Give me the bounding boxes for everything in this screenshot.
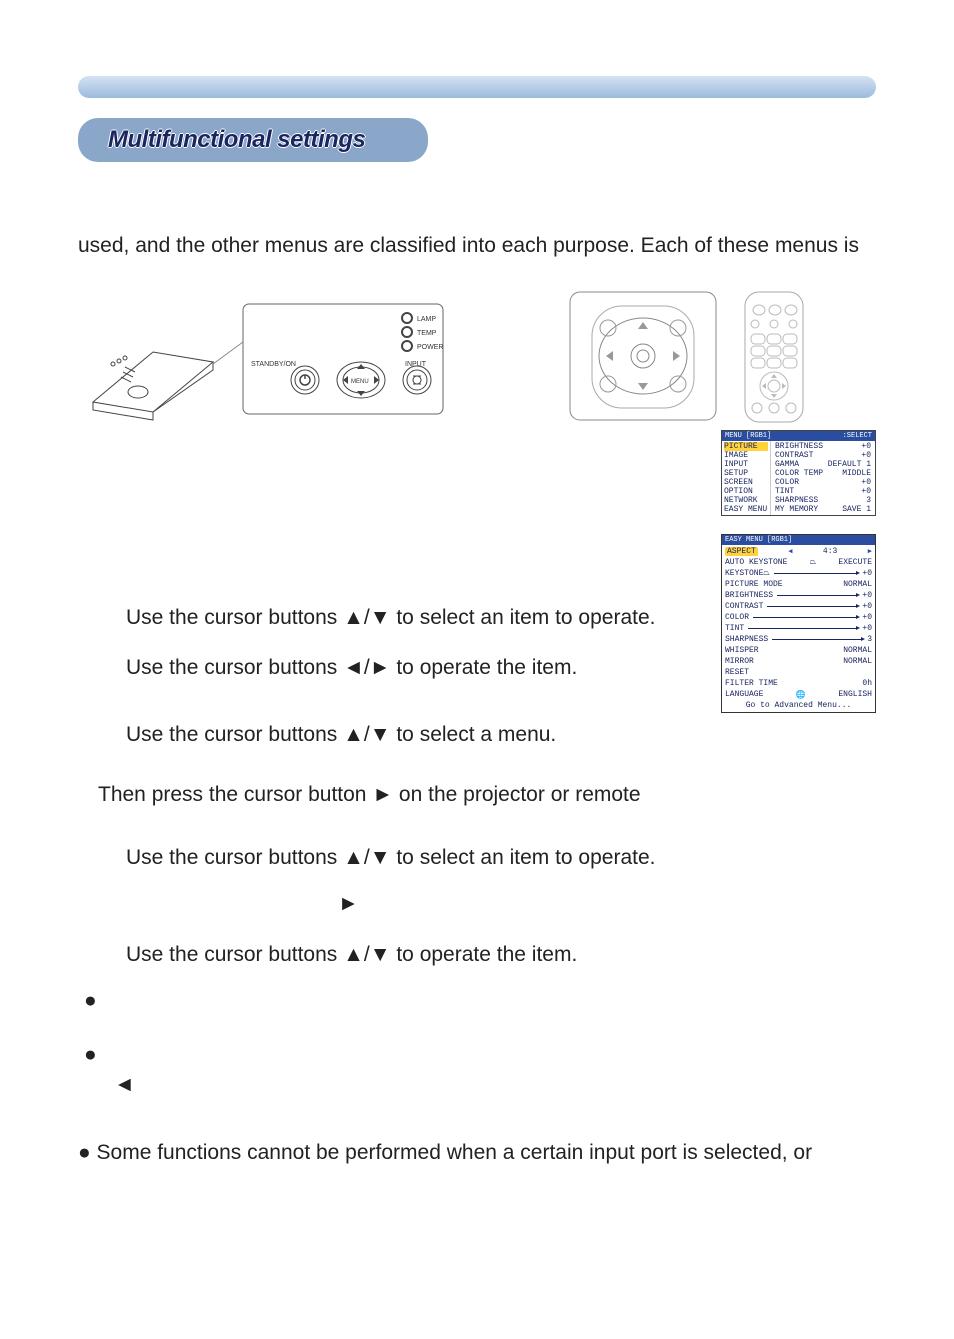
advmenu-item: NETWORK xyxy=(724,496,768,505)
advmenu-item-picture: PICTURE xyxy=(724,442,768,451)
advmenu-header-right: :SELECT xyxy=(843,432,872,440)
bullet-1: ● xyxy=(84,989,876,1013)
bullet-2: ● ◄ xyxy=(84,1043,876,1097)
menu-label: MENU xyxy=(351,379,369,385)
advmenu-header-left: MENU [RGB1] xyxy=(725,432,771,440)
step-adv-select-menu: Use the cursor buttons ▲/▼ to select a m… xyxy=(126,719,876,752)
osd-menu-examples: MENU [RGB1] :SELECT PICTURE IMAGE INPUT … xyxy=(721,430,876,713)
easymenu-footer: Go to Advanced Menu... xyxy=(725,700,872,711)
intro-paragraph: used, and the other menus are classified… xyxy=(78,230,876,262)
advanced-menu-box: MENU [RGB1] :SELECT PICTURE IMAGE INPUT … xyxy=(721,430,876,516)
easymenu-row-aspect: ASPECT ◀ 4:3 ▶ xyxy=(725,546,872,557)
standby-label: STANDBY/ON xyxy=(251,361,296,368)
advmenu-item: OPTION xyxy=(724,487,768,496)
advmenu-item: SETUP xyxy=(724,469,768,478)
input-label: INPUT xyxy=(405,361,427,368)
projector-diagram: LAMP TEMP POWER STANDBY/ON xyxy=(78,282,457,432)
diagram-row: LAMP TEMP POWER STANDBY/ON xyxy=(78,282,876,432)
advmenu-item: INPUT xyxy=(724,460,768,469)
step-adv-operate: Use the cursor buttons ▲/▼ to operate th… xyxy=(126,939,876,972)
power-label: POWER xyxy=(417,344,443,351)
easy-menu-box: EASY MENU [RGB1] ASPECT ◀ 4:3 ▶ AUTO KEY… xyxy=(721,534,876,713)
bullet-last: ● Some functions cannot be performed whe… xyxy=(78,1137,876,1169)
page-header-band xyxy=(78,76,876,98)
section-heading-text: Multifunctional settings xyxy=(108,126,365,154)
advmenu-item: IMAGE xyxy=(724,451,768,460)
step-adv-select-item: Use the cursor buttons ▲/▼ to select an … xyxy=(126,842,876,875)
advmenu-item: EASY MENU xyxy=(724,505,768,514)
temp-label: TEMP xyxy=(417,330,437,337)
easymenu-header: EASY MENU [RGB1] xyxy=(722,535,875,545)
step-adv-press-right: Then press the cursor button ► on the pr… xyxy=(98,779,876,812)
lamp-label: LAMP xyxy=(417,316,436,323)
globe-icon: 🌐 xyxy=(796,690,806,700)
section-heading: Multifunctional settings xyxy=(78,118,428,162)
arrow-only: ► xyxy=(338,888,876,921)
advmenu-item: SCREEN xyxy=(724,478,768,487)
remote-diagram xyxy=(497,282,876,432)
